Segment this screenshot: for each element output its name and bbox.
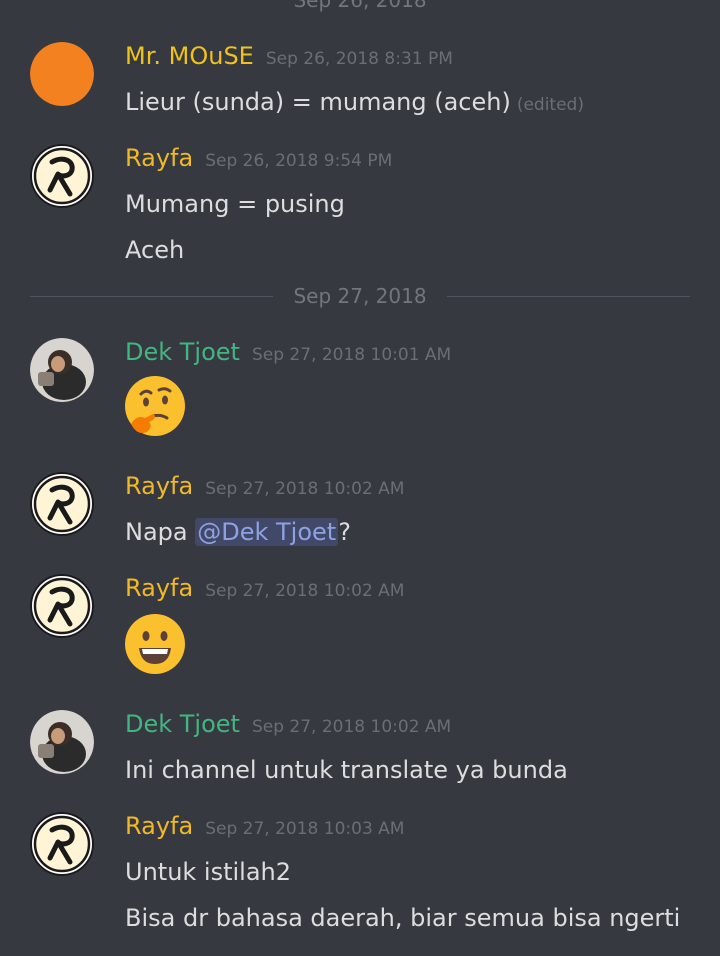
timestamp: Sep 26, 2018 8:31 PM — [265, 49, 453, 69]
r-logo-icon — [30, 812, 94, 876]
date-divider: Sep 27, 2018 — [30, 284, 690, 308]
message-line: Ini channel untuk translate ya bunda — [125, 756, 568, 784]
photo-avatar-icon — [30, 338, 94, 402]
user-mention[interactable]: @Dek Tjoet — [195, 518, 339, 546]
divider-date: Sep 27, 2018 — [293, 284, 427, 308]
message-header: Rayfa Sep 26, 2018 9:54 PM — [125, 144, 392, 176]
message-header: Rayfa Sep 27, 2018 10:02 AM — [125, 574, 404, 606]
message-segment: Napa — [125, 518, 196, 546]
smiley-face-emoji-icon[interactable] — [123, 612, 187, 676]
username[interactable]: Mr. MOuSE — [125, 42, 254, 70]
username[interactable]: Dek Tjoet — [125, 710, 240, 738]
orange-circle-avatar-icon — [30, 42, 94, 106]
avatar[interactable] — [30, 144, 94, 208]
divider-date: Sep 26, 2018 — [293, 0, 427, 12]
avatar[interactable] — [30, 472, 94, 536]
message-text: Napa @Dek Tjoet? — [125, 518, 351, 546]
edited-label: (edited) — [516, 95, 584, 115]
timestamp: Sep 26, 2018 9:54 PM — [205, 151, 393, 171]
avatar[interactable] — [30, 812, 94, 876]
message-line: Bisa dr bahasa daerah, biar semua bisa n… — [125, 904, 681, 932]
timestamp: Sep 27, 2018 10:01 AM — [251, 345, 452, 365]
divider-line — [446, 295, 690, 297]
message-line: Untuk istilah2 — [125, 858, 292, 886]
timestamp: Sep 27, 2018 10:02 AM — [205, 479, 405, 499]
username[interactable]: Rayfa — [125, 812, 193, 840]
username[interactable]: Dek Tjoet — [125, 338, 240, 366]
avatar[interactable] — [30, 574, 94, 638]
timestamp: Sep 27, 2018 10:03 AM — [205, 819, 405, 839]
message-header: Dek Tjoet Sep 27, 2018 10:01 AM — [125, 338, 451, 370]
username[interactable]: Rayfa — [125, 472, 193, 500]
message-header: Rayfa Sep 27, 2018 10:02 AM — [125, 472, 404, 504]
r-logo-icon — [30, 574, 94, 638]
username[interactable]: Rayfa — [125, 574, 193, 602]
thinking-face-emoji-icon[interactable] — [123, 374, 187, 438]
date-divider: Sep 26, 2018 — [30, 0, 690, 12]
message-text: Lieur (sunda) = mumang (aceh) (edited) — [125, 88, 584, 116]
message-header: Rayfa Sep 27, 2018 10:03 AM — [125, 812, 404, 844]
message-line: Aceh — [125, 236, 185, 264]
message-line: Lieur (sunda) = mumang (aceh) — [125, 88, 511, 116]
timestamp: Sep 27, 2018 10:02 AM — [205, 581, 405, 601]
message-header: Dek Tjoet Sep 27, 2018 10:02 AM — [125, 710, 451, 742]
message-header: Mr. MOuSE Sep 26, 2018 8:31 PM — [125, 42, 453, 74]
avatar[interactable] — [30, 710, 94, 774]
message-line: Mumang = pusing — [125, 190, 345, 218]
r-logo-icon — [30, 144, 94, 208]
username[interactable]: Rayfa — [125, 144, 193, 172]
r-logo-icon — [30, 472, 94, 536]
photo-avatar-icon — [30, 710, 94, 774]
message-segment: ? — [338, 518, 351, 546]
timestamp: Sep 27, 2018 10:02 AM — [251, 717, 452, 737]
avatar[interactable] — [30, 338, 94, 402]
divider-line — [30, 295, 274, 297]
avatar[interactable] — [30, 42, 94, 106]
